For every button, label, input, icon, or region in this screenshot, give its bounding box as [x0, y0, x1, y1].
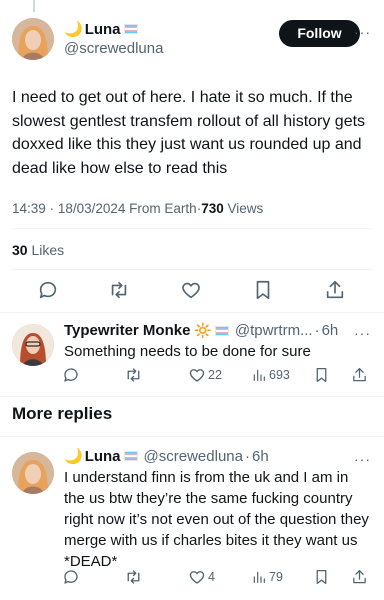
reply-text: Something needs to be done for sure: [64, 343, 311, 360]
reply-button[interactable]: [62, 366, 80, 384]
trans-flag-emoji: [214, 325, 229, 336]
views-icon: [253, 571, 265, 583]
views-icon: [253, 369, 265, 381]
reply-author-name[interactable]: Typewriter Monke: [64, 322, 190, 339]
more-options-icon[interactable]: ···: [354, 451, 371, 467]
retweet-button[interactable]: [107, 279, 131, 301]
reply-icon: [64, 570, 78, 584]
share-button[interactable]: [351, 568, 368, 586]
retweet-button[interactable]: [124, 568, 143, 586]
views-count: 693: [269, 368, 290, 382]
tweet-date[interactable]: 18/03/2024: [58, 201, 126, 216]
bookmark-icon: [316, 367, 327, 383]
more-replies-heading: More replies: [12, 404, 113, 423]
divider: [0, 396, 384, 397]
meta-separator: ·: [314, 322, 320, 339]
reply-time[interactable]: 6h: [322, 322, 339, 339]
like-icon: [189, 571, 205, 584]
tweet-time[interactable]: 14:39: [12, 201, 46, 216]
views-label: Views: [227, 201, 264, 216]
trans-flag-emoji: [123, 24, 138, 34]
avatar[interactable]: [12, 452, 54, 494]
moon-emoji: 🌙: [64, 448, 83, 465]
meta-separator: ·: [49, 201, 55, 216]
tweet-meta: 14:39 · 18/03/2024 From Earth·730 Views: [12, 201, 263, 216]
trans-flag-emoji: [123, 451, 138, 461]
like-button[interactable]: 4: [188, 568, 215, 586]
views-button[interactable]: 693: [251, 366, 290, 384]
like-button[interactable]: [180, 279, 202, 301]
retweet-button[interactable]: [124, 366, 143, 384]
like-icon: [189, 369, 205, 382]
meta-separator: ·: [244, 447, 250, 465]
avatar[interactable]: [12, 324, 54, 366]
views-count: 730: [201, 201, 224, 216]
likes-summary[interactable]: 30 Likes: [12, 242, 64, 258]
reply-button[interactable]: [37, 279, 59, 301]
divider: [0, 312, 384, 313]
share-icon: [353, 367, 366, 382]
bookmark-icon: [316, 569, 327, 585]
share-icon: [353, 569, 366, 584]
like-icon: [182, 282, 200, 299]
share-icon: [326, 280, 344, 299]
bookmark-button[interactable]: [252, 279, 274, 301]
bookmark-button[interactable]: [313, 568, 330, 586]
views-button[interactable]: 79: [251, 568, 283, 586]
likes-count: 30: [12, 242, 28, 258]
reply-button[interactable]: [62, 568, 80, 586]
more-options-icon[interactable]: ···: [354, 24, 371, 40]
reply-text: I understand finn is from the uk and I a…: [64, 469, 369, 570]
author-name-line: 🌙 Luna: [64, 20, 138, 38]
reply-header: 🌙 Luna @screwedluna · 6h: [64, 447, 269, 466]
avatar[interactable]: [12, 18, 54, 60]
author-handle-line: @screwedluna: [64, 40, 163, 57]
follow-button[interactable]: Follow: [279, 20, 360, 47]
retweet-icon: [127, 368, 140, 382]
reply-time[interactable]: 6h: [252, 448, 269, 465]
divider: [12, 269, 372, 270]
reply-icon: [39, 281, 57, 299]
reply-icon: [64, 368, 78, 382]
more-options-icon[interactable]: ···: [354, 325, 371, 341]
reply-author-handle[interactable]: @screwedluna: [144, 448, 243, 465]
tweet-source: From Earth: [129, 201, 197, 216]
reply-author-name[interactable]: Luna: [85, 448, 121, 465]
share-button[interactable]: [324, 279, 346, 301]
bookmark-button[interactable]: [313, 366, 330, 384]
divider: [12, 228, 372, 229]
thread-connector-line: [33, 0, 35, 12]
likes-label: Likes: [31, 242, 65, 258]
moon-emoji: 🌙: [64, 21, 83, 38]
like-count: 22: [208, 368, 222, 382]
divider: [0, 436, 384, 437]
like-count: 4: [208, 570, 215, 584]
retweet-icon: [127, 570, 140, 584]
author-handle[interactable]: @screwedluna: [64, 40, 163, 57]
reply-header: Typewriter Monke 🔆 @tpwrtrm... · 6h: [64, 322, 338, 339]
author-display-name[interactable]: Luna: [85, 21, 121, 38]
views-count: 79: [269, 570, 283, 584]
share-button[interactable]: [351, 366, 368, 384]
tweet-text: I need to get out of here. I hate it so …: [12, 89, 366, 177]
sun-emoji: 🔆: [194, 322, 212, 338]
reply-author-handle[interactable]: @tpwrtrm...: [235, 322, 313, 339]
bookmark-icon: [256, 280, 270, 300]
like-button[interactable]: 22: [188, 366, 222, 384]
retweet-icon: [111, 281, 127, 299]
